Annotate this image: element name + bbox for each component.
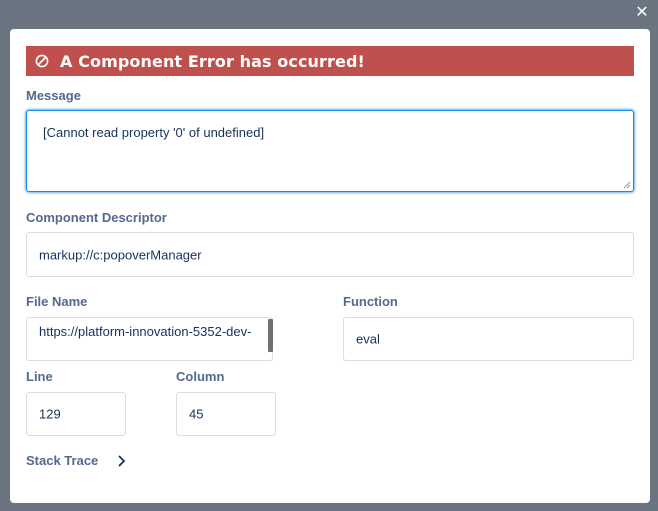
- column-value: 45: [189, 406, 204, 422]
- line-field[interactable]: 129: [26, 392, 126, 436]
- message-label: Message: [26, 88, 81, 103]
- file-name-scroll-area[interactable]: https://platform-innovation-5352-dev-: [27, 318, 272, 360]
- function-label: Function: [343, 294, 398, 309]
- function-field[interactable]: eval: [343, 317, 634, 361]
- ban-icon: [34, 53, 50, 69]
- chevron-right-icon[interactable]: [116, 454, 128, 467]
- message-textarea[interactable]: [Cannot read property '0' of undefined]: [26, 110, 634, 192]
- component-descriptor-field[interactable]: markup://c:popoverManager: [26, 232, 634, 277]
- file-name-value: https://platform-innovation-5352-dev-: [39, 324, 252, 339]
- message-value: [Cannot read property '0' of undefined]: [43, 125, 265, 140]
- component-descriptor-value: markup://c:popoverManager: [39, 247, 202, 262]
- line-value: 129: [39, 406, 61, 422]
- file-name-label: File Name: [26, 294, 88, 309]
- column-label: Column: [176, 369, 225, 384]
- error-modal: A Component Error has occurred! Message …: [10, 29, 650, 503]
- error-title: A Component Error has occurred!: [60, 51, 365, 71]
- close-button[interactable]: ✕: [632, 3, 652, 23]
- stack-trace-label: Stack Trace: [26, 453, 99, 468]
- file-name-scrollbar[interactable]: [268, 319, 273, 352]
- component-descriptor-label: Component Descriptor: [26, 210, 167, 225]
- stack-trace-toggle[interactable]: Stack Trace: [26, 453, 128, 468]
- resize-grip-icon[interactable]: [623, 181, 631, 189]
- function-value: eval: [356, 331, 380, 347]
- line-label: Line: [26, 369, 53, 384]
- column-field[interactable]: 45: [176, 392, 276, 436]
- error-banner: A Component Error has occurred!: [26, 46, 634, 76]
- file-name-field[interactable]: https://platform-innovation-5352-dev-: [26, 317, 273, 361]
